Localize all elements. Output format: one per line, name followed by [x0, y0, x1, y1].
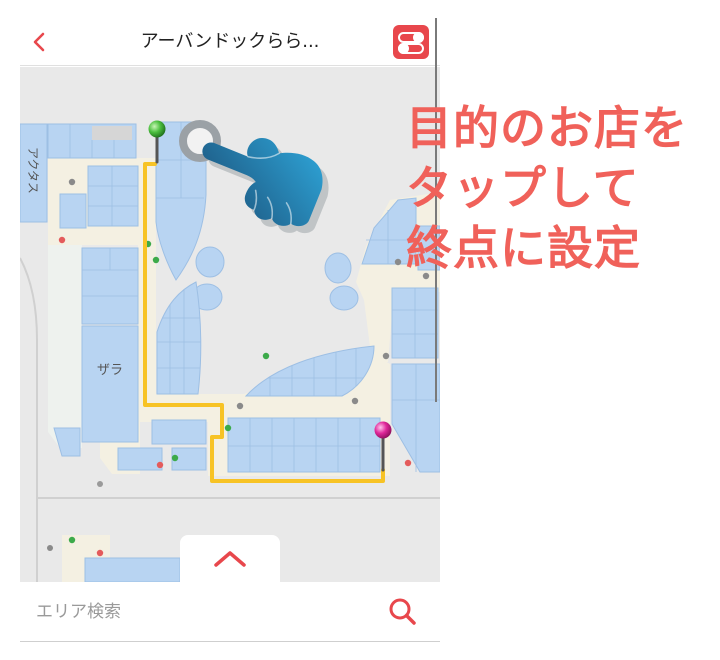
chevron-up-icon: [214, 551, 246, 567]
map-poi-icon[interactable]: [224, 424, 232, 432]
shop-kiosk[interactable]: [324, 252, 352, 284]
search-icon: [389, 598, 416, 625]
area-search-input[interactable]: [36, 596, 366, 628]
filter-toggle-button[interactable]: [393, 25, 429, 59]
shop-kiosk[interactable]: [329, 285, 359, 311]
shop-block[interactable]: [117, 447, 163, 471]
map-poi-icon[interactable]: [394, 258, 402, 266]
map-poi-icon[interactable]: [262, 352, 270, 360]
map-poi-icon[interactable]: [156, 461, 164, 469]
bottom-sheet-expand-button[interactable]: [180, 535, 280, 583]
shop-label-actus: アクタス: [26, 147, 40, 194]
toggle-switches-icon: [393, 25, 429, 59]
map-poi-icon[interactable]: [236, 402, 244, 410]
page-title: アーバンドックらら...: [140, 31, 320, 52]
shop-block[interactable]: [87, 165, 139, 227]
shop-label-zara: ザラ: [97, 363, 123, 378]
shop-block[interactable]: [151, 419, 207, 445]
map-poi-icon[interactable]: [96, 549, 104, 557]
map-poi-icon[interactable]: [152, 256, 160, 264]
map-poi-icon[interactable]: [97, 481, 103, 487]
shop-block[interactable]: [227, 417, 381, 473]
back-button[interactable]: [28, 30, 52, 54]
map-poi-icon[interactable]: [58, 236, 66, 244]
shop-kiosk[interactable]: [195, 246, 225, 278]
callout-line: 終点に設定: [406, 221, 641, 275]
search-bar: [20, 582, 440, 642]
map-poi-icon[interactable]: [171, 454, 179, 462]
map-poi-icon[interactable]: [47, 545, 53, 551]
map-poi-icon[interactable]: [382, 352, 390, 360]
map-poi-icon[interactable]: [68, 178, 76, 186]
instruction-callout: 目的のお店を タップして 終点に設定: [406, 98, 706, 278]
nav-header: アーバンドックらら...: [20, 18, 440, 66]
search-button[interactable]: [386, 595, 420, 629]
chevron-left-icon: [33, 32, 45, 52]
map-poi-icon[interactable]: [404, 459, 412, 467]
shop-zara[interactable]: [81, 325, 139, 443]
map-poi-icon[interactable]: [68, 536, 76, 544]
floor-map[interactable]: アクタス ザラ: [20, 67, 440, 582]
callout-line: タップして: [406, 161, 640, 215]
shop-block[interactable]: [84, 557, 181, 582]
shop-block[interactable]: [59, 193, 87, 229]
map-poi-icon[interactable]: [351, 397, 359, 405]
service-area: [92, 126, 132, 140]
callout-line: 目的のお店を: [406, 101, 688, 155]
